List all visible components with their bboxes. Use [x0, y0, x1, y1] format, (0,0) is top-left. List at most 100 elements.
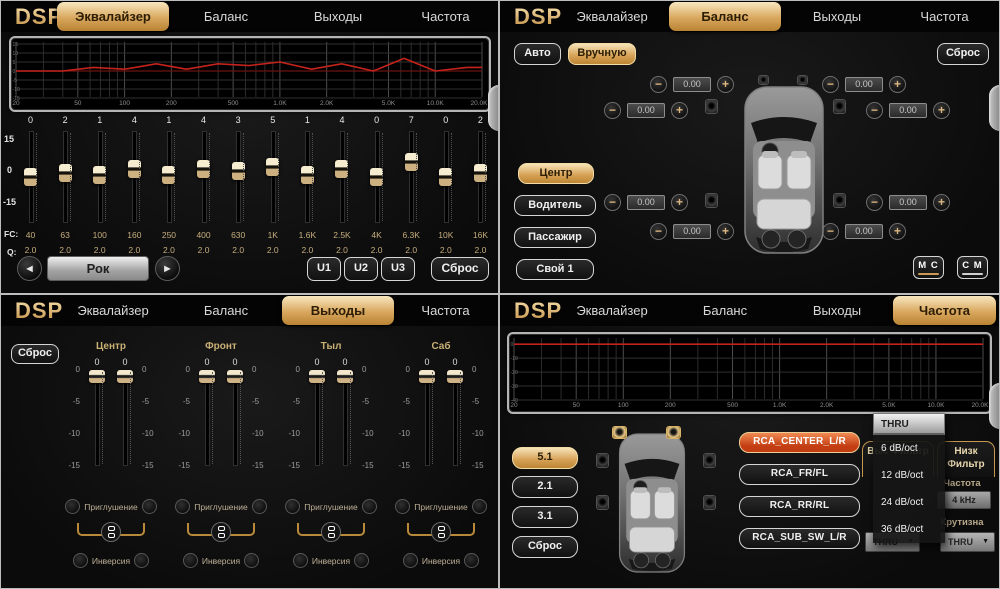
dropdown-option[interactable]: 36 dB/oct — [873, 516, 945, 543]
increase-button[interactable]: + — [671, 194, 688, 211]
decrease-button[interactable]: − — [650, 223, 667, 240]
listening-position-button[interactable]: Центр — [518, 163, 594, 184]
eq-slider-handle[interactable] — [439, 168, 452, 186]
tab-balance[interactable]: Баланс — [170, 1, 282, 32]
dropdown-option[interactable]: 12 dB/oct — [873, 462, 945, 489]
level-slider-handle[interactable] — [419, 370, 435, 383]
level-slider-handle[interactable] — [447, 370, 463, 383]
decrease-button[interactable]: − — [866, 102, 883, 119]
eq-band-slider[interactable] — [396, 129, 427, 225]
cm-unit-button[interactable]: C M — [957, 256, 988, 279]
eq-band-slider[interactable] — [361, 129, 392, 225]
output-level-slider[interactable]: 0 — [221, 357, 249, 481]
invert-toggle-right[interactable] — [244, 553, 259, 568]
listening-position-button[interactable]: Свой 1 — [516, 259, 594, 280]
increase-button[interactable]: + — [717, 76, 734, 93]
tab-outputs[interactable]: Выходы — [282, 1, 394, 32]
output-level-slider[interactable]: 0 — [303, 357, 331, 481]
level-slider-handle[interactable] — [199, 370, 215, 383]
link-channels-icon[interactable] — [431, 522, 451, 542]
increase-button[interactable]: + — [933, 102, 950, 119]
eq-slider-handle[interactable] — [335, 160, 348, 178]
eq-slider-handle[interactable] — [474, 164, 487, 182]
balance-manual-button[interactable]: Вручную — [568, 43, 636, 65]
eq-preset-display[interactable]: Рок — [47, 256, 149, 281]
listening-position-button[interactable]: Пассажир — [514, 227, 596, 248]
eq-band-slider[interactable] — [188, 129, 219, 225]
rca-channel-button[interactable]: RCA_RR/RL — [739, 496, 860, 517]
invert-toggle-left[interactable] — [293, 553, 308, 568]
eq-slider-handle[interactable] — [301, 166, 314, 184]
tab-equalizer[interactable]: Эквалайзер — [57, 295, 169, 326]
mute-toggle-right[interactable] — [362, 499, 377, 514]
panel-scroll-handle[interactable] — [989, 85, 999, 131]
decrease-button[interactable]: − — [604, 194, 621, 211]
user-preset-button[interactable]: U2 — [344, 257, 378, 281]
tab-equalizer[interactable]: Эквалайзер — [556, 295, 668, 326]
mute-toggle-left[interactable] — [175, 499, 190, 514]
output-level-slider[interactable]: 0 — [331, 357, 359, 481]
eq-slider-handle[interactable] — [128, 160, 141, 178]
speaker-mode-button[interactable]: 3.1 — [512, 506, 578, 528]
mute-toggle-left[interactable] — [285, 499, 300, 514]
tab-outputs[interactable]: Выходы — [282, 296, 394, 325]
eq-band-slider[interactable] — [223, 129, 254, 225]
eq-reset-button[interactable]: Сброс — [431, 257, 489, 281]
eq-band-slider[interactable] — [119, 129, 150, 225]
decrease-button[interactable]: − — [866, 194, 883, 211]
mute-toggle-right[interactable] — [142, 499, 157, 514]
filter-tab[interactable]: Низк Фильтр — [937, 441, 995, 477]
frequency-reset-button[interactable]: Сброс — [512, 536, 578, 558]
tab-equalizer[interactable]: Эквалайзер — [556, 1, 668, 32]
decrease-button[interactable]: − — [650, 76, 667, 93]
tab-balance[interactable]: Баланс — [669, 295, 781, 326]
balance-reset-button[interactable]: Сброс — [937, 43, 989, 65]
mute-toggle-right[interactable] — [472, 499, 487, 514]
eq-band-slider[interactable] — [84, 129, 115, 225]
eq-band-slider[interactable] — [465, 129, 496, 225]
tab-outputs[interactable]: Выходы — [781, 1, 893, 32]
output-level-slider[interactable]: 0 — [83, 357, 111, 481]
eq-slider-handle[interactable] — [93, 166, 106, 184]
link-channels-icon[interactable] — [101, 522, 121, 542]
output-level-slider[interactable]: 0 — [441, 357, 469, 481]
level-slider-handle[interactable] — [227, 370, 243, 383]
panel-scroll-handle[interactable] — [488, 85, 498, 131]
user-preset-button[interactable]: U3 — [381, 257, 415, 281]
rca-channel-button[interactable]: RCA_CENTER_L/R — [739, 432, 860, 453]
invert-toggle-right[interactable] — [134, 553, 149, 568]
eq-band-slider[interactable] — [292, 129, 323, 225]
tab-equalizer[interactable]: Эквалайзер — [57, 2, 169, 31]
level-slider-handle[interactable] — [117, 370, 133, 383]
eq-slider-handle[interactable] — [232, 162, 245, 180]
mc-unit-button[interactable]: M C — [913, 256, 944, 279]
output-level-slider[interactable]: 0 — [111, 357, 139, 481]
dropdown-option[interactable]: 24 dB/oct — [873, 489, 945, 516]
increase-button[interactable]: + — [889, 76, 906, 93]
invert-toggle-right[interactable] — [354, 553, 369, 568]
speaker-mode-button[interactable]: 2.1 — [512, 476, 578, 498]
dropdown-selected-item[interactable]: THRU — [873, 413, 945, 435]
eq-band-slider[interactable] — [326, 129, 357, 225]
eq-band-slider[interactable] — [15, 129, 46, 225]
increase-button[interactable]: + — [933, 194, 950, 211]
eq-slider-handle[interactable] — [197, 160, 210, 178]
invert-toggle-right[interactable] — [464, 553, 479, 568]
slope-select-right[interactable]: THRU▼ — [940, 532, 995, 552]
level-slider-handle[interactable] — [337, 370, 353, 383]
increase-button[interactable]: + — [717, 223, 734, 240]
panel-scroll-handle[interactable] — [989, 383, 999, 429]
tab-balance[interactable]: Баланс — [170, 295, 282, 326]
level-slider-handle[interactable] — [89, 370, 105, 383]
eq-slider-handle[interactable] — [59, 164, 72, 182]
decrease-button[interactable]: − — [604, 102, 621, 119]
next-preset-button[interactable]: ► — [155, 256, 180, 281]
invert-toggle-left[interactable] — [183, 553, 198, 568]
eq-slider-handle[interactable] — [24, 168, 37, 186]
eq-band-slider[interactable] — [430, 129, 461, 225]
output-level-slider[interactable]: 0 — [193, 357, 221, 481]
eq-band-slider[interactable] — [50, 129, 81, 225]
rca-channel-button[interactable]: RCA_FR/FL — [739, 464, 860, 485]
eq-slider-handle[interactable] — [162, 166, 175, 184]
tab-balance[interactable]: Баланс — [669, 2, 781, 31]
